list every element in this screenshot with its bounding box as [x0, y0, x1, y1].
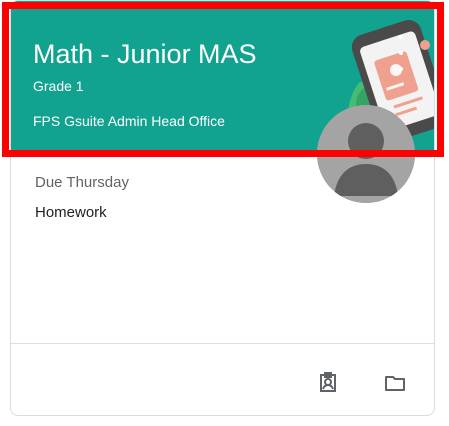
- more-vert-dot: [399, 35, 403, 39]
- assignment-title-link[interactable]: Homework: [35, 203, 129, 223]
- course-owner[interactable]: FPS Gsuite Admin Head Office: [33, 112, 225, 130]
- assignment-due-date: Due Thursday: [35, 174, 129, 191]
- more-vert-icon[interactable]: [391, 35, 411, 71]
- folder-button[interactable]: [383, 371, 407, 395]
- assignment-ind-button[interactable]: [316, 371, 340, 395]
- assignment-ind-icon: [320, 372, 336, 392]
- course-title[interactable]: Math - Junior MAS: [33, 37, 257, 71]
- assignment-preview: Due Thursday Homework: [35, 173, 129, 223]
- class-card: Math - Junior MAS Grade 1 FPS Gsuite Adm…: [10, 0, 435, 416]
- avatar-silhouette: [317, 105, 415, 203]
- course-section: Grade 1: [33, 78, 84, 94]
- card-footer-divider: [11, 343, 434, 344]
- person-avatar-icon: [317, 105, 415, 203]
- more-vert-dot: [399, 67, 403, 71]
- folder-icon: [385, 376, 405, 391]
- more-vert-dot: [399, 51, 403, 55]
